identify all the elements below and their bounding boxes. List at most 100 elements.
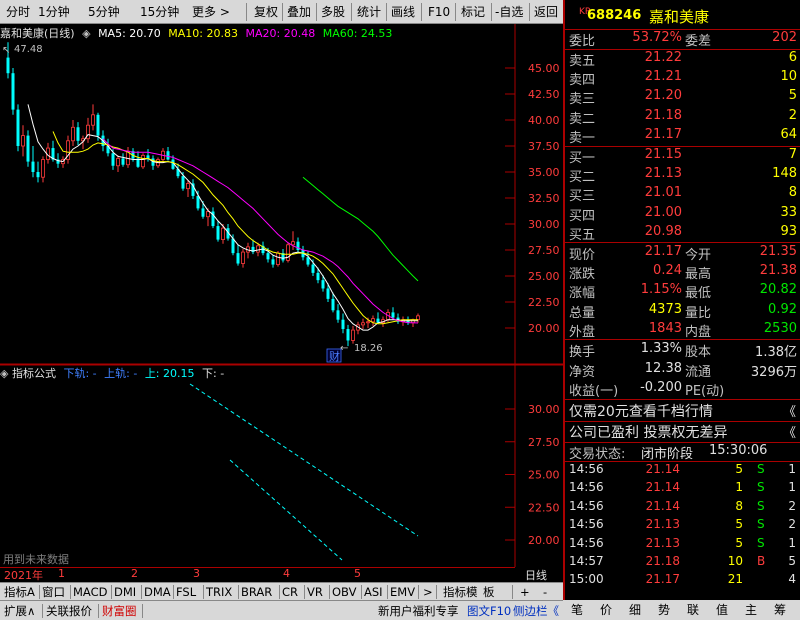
candle-body xyxy=(266,253,270,260)
weicha-value: 202 xyxy=(772,30,797,45)
stat2-row[interactable]: 净资 12.38 流通 3296万 xyxy=(565,361,800,380)
ask-price: 21.20 xyxy=(644,88,682,104)
bid-row[interactable]: 买二 21.13 148 xyxy=(565,166,800,185)
tick-row[interactable]: 15:00 21.17 21 4 xyxy=(565,572,800,591)
tick-row[interactable]: 14:56 21.14 5 S 1 xyxy=(565,462,800,481)
ask-row[interactable]: 卖一 21.17 64 xyxy=(565,127,800,146)
tab-zhu[interactable]: 主 xyxy=(745,602,757,618)
tab-emv[interactable]: EMV xyxy=(390,584,415,600)
tab-indicator-a[interactable]: 指标A xyxy=(4,584,35,600)
diejia-button[interactable]: 叠加 xyxy=(287,2,311,22)
candle-body xyxy=(166,151,170,160)
biaoji-button[interactable]: 标记 xyxy=(461,2,485,22)
stat-value: 1.38亿 xyxy=(755,345,797,360)
tab-fenshi[interactable]: 分时 xyxy=(6,2,30,22)
bid-row[interactable]: 买一 21.15 7 xyxy=(565,147,800,166)
stat-label: 涨跌 xyxy=(569,267,596,283)
tab-brar[interactable]: BRAR xyxy=(241,584,272,600)
huaxian-button[interactable]: 画线 xyxy=(391,2,415,22)
tab-more[interactable]: 更多 > xyxy=(192,2,230,22)
tick-row[interactable]: 14:56 21.13 5 S 2 xyxy=(565,517,800,536)
tick-side: S xyxy=(757,517,765,532)
tab-lian[interactable]: 联 xyxy=(687,602,699,618)
tab-cr[interactable]: CR xyxy=(282,584,298,600)
tab-trix[interactable]: TRIX xyxy=(206,584,232,600)
ask-row[interactable]: 卖五 21.22 6 xyxy=(565,50,800,69)
tab-fsl[interactable]: FSL xyxy=(176,584,196,600)
tab-more-arrow[interactable]: > xyxy=(423,584,433,600)
tick-row[interactable]: 14:56 21.13 5 S 1 xyxy=(565,536,800,555)
wealth-circle-tab[interactable]: 财富圈 xyxy=(102,603,137,619)
remove-indicator-button[interactable]: - xyxy=(543,584,547,600)
promo-company-profit[interactable]: 公司已盈利 投票权无差异 《 xyxy=(565,422,800,442)
stat-row[interactable]: 涨幅 1.15% 最低 20.82 xyxy=(565,282,800,301)
bid-row[interactable]: 买五 20.98 93 xyxy=(565,224,800,243)
expand-button[interactable]: 扩展∧ xyxy=(4,603,35,619)
tick-row[interactable]: 14:57 21.18 10 B 5 xyxy=(565,554,800,573)
tab-board[interactable]: 板 xyxy=(483,584,495,600)
tick-row[interactable]: 14:56 21.14 1 S 1 xyxy=(565,480,800,499)
tab-shi[interactable]: 势 xyxy=(658,602,670,618)
tab-dma[interactable]: DMA xyxy=(144,584,171,600)
duogu-button[interactable]: 多股 xyxy=(321,2,345,22)
stat-row[interactable]: 涨跌 0.24 最高 21.38 xyxy=(565,263,800,282)
period-label[interactable]: 日线 xyxy=(525,567,547,583)
related-quote-tab[interactable]: 关联报价 xyxy=(46,603,92,619)
bid-row[interactable]: 买三 21.01 8 xyxy=(565,185,800,204)
stat-label: 流通 xyxy=(685,364,712,380)
f10-graphic-link[interactable]: 图文F10 xyxy=(467,603,511,619)
bid-label: 买二 xyxy=(569,170,596,186)
promo-thousand-level[interactable]: 仅需20元查看千档行情 《 xyxy=(565,401,800,421)
tab-window[interactable]: 窗口 xyxy=(42,584,65,600)
ma-line-ma20 xyxy=(102,138,419,324)
tab-5min[interactable]: 5分钟 xyxy=(88,2,120,22)
tab-macd[interactable]: MACD xyxy=(73,584,107,600)
kline-chart[interactable]: 45.00 42.50 40.00 37.50 35.00 32.50 30.00 27.50… xyxy=(0,24,563,567)
tab-obv[interactable]: OBV xyxy=(332,584,356,600)
stat2-row[interactable]: 换手 1.33% 股本 1.38亿 xyxy=(565,341,800,360)
tongji-button[interactable]: 统计 xyxy=(357,2,381,22)
stat-row[interactable]: 总量 4373 量比 0.92 xyxy=(565,302,800,321)
tab-chou[interactable]: 筹 xyxy=(774,602,786,618)
tab-jia[interactable]: 价 xyxy=(600,602,612,618)
stat2-row[interactable]: 收益(一) -0.200 PE(动) xyxy=(565,380,800,399)
tab-asi[interactable]: ASI xyxy=(364,584,383,600)
tab-vr[interactable]: VR xyxy=(307,584,323,600)
stat-label: 换手 xyxy=(569,345,596,360)
back-button[interactable]: 返回 xyxy=(534,2,558,22)
finance-marker[interactable]: 财 xyxy=(329,349,340,363)
ask-price: 21.17 xyxy=(644,126,682,142)
ask-row[interactable]: 卖四 21.21 10 xyxy=(565,69,800,88)
stat-row[interactable]: 外盘 1843 内盘 2530 xyxy=(565,321,800,340)
bid-row[interactable]: 买四 21.00 33 xyxy=(565,205,800,224)
ask-row[interactable]: 卖二 21.18 2 xyxy=(565,108,800,127)
x-axis: 2021年 1 2 3 4 5 日线 xyxy=(0,567,563,582)
bottom-status-bar: 扩展∧ 关联报价 财富圈 新用户福利专享 图文F10 侧边栏《 xyxy=(0,600,563,620)
tick-side: S xyxy=(757,498,765,513)
tab-1min[interactable]: 1分钟 xyxy=(38,2,70,22)
add-watchlist-button[interactable]: -自选 xyxy=(495,2,523,22)
tick-volume: 5 xyxy=(735,535,743,550)
tab-dmi[interactable]: DMI xyxy=(114,584,136,600)
tab-xi[interactable]: 细 xyxy=(629,602,641,618)
fuquan-button[interactable]: 复权 xyxy=(254,2,278,22)
tab-indicator-template[interactable]: 指标模 xyxy=(443,584,478,600)
f10-button[interactable]: F10 xyxy=(428,2,450,22)
new-user-promo[interactable]: 新用户福利专享 xyxy=(378,603,459,619)
tick-time: 14:56 xyxy=(569,480,604,495)
sidebar-toggle[interactable]: 侧边栏《 xyxy=(513,603,559,619)
ind-collapse-icon[interactable]: ◈ xyxy=(0,367,12,380)
indicator-formula[interactable]: 指标公式 xyxy=(12,367,56,380)
tick-row[interactable]: 14:56 21.14 8 S 2 xyxy=(565,499,800,518)
tab-bi[interactable]: 笔 xyxy=(571,602,583,618)
bid-label: 买三 xyxy=(569,189,596,205)
bid-volume: 148 xyxy=(772,166,797,182)
ask-row[interactable]: 卖三 21.20 5 xyxy=(565,88,800,107)
stat-row[interactable]: 现价 21.17 今开 21.35 xyxy=(565,244,800,263)
stat-value: 1843 xyxy=(648,320,682,336)
tab-15min[interactable]: 15分钟 xyxy=(140,2,179,22)
tab-zhi[interactable]: 值 xyxy=(716,602,728,618)
candle-body xyxy=(291,241,295,246)
stat-value: 21.38 xyxy=(759,263,797,279)
add-indicator-button[interactable]: + xyxy=(520,584,530,600)
